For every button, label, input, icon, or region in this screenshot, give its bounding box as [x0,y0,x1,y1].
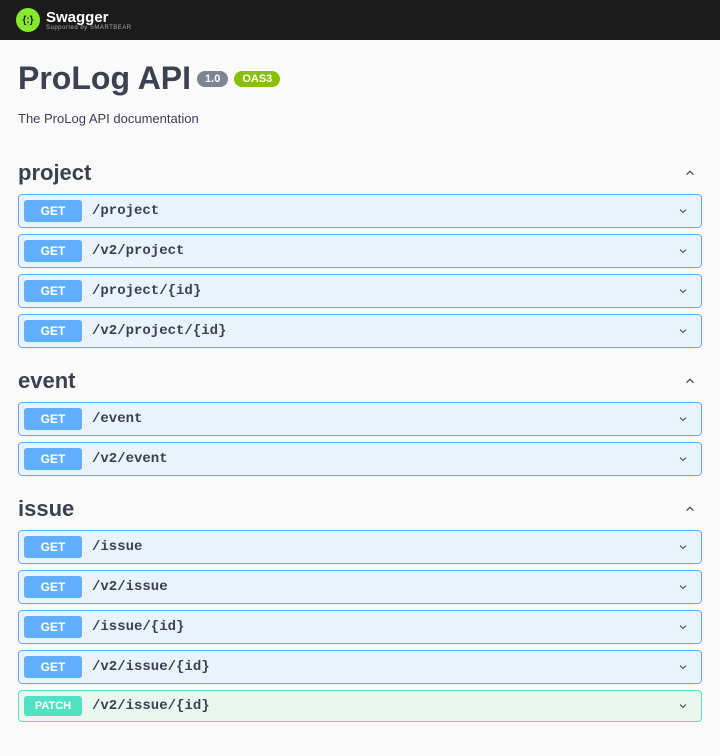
chevron-up-icon [680,499,700,519]
chevron-down-icon [675,698,691,714]
tag-section-project: projectGET/projectGET/v2/projectGET/proj… [18,154,702,348]
tag-section-event: eventGET/eventGET/v2/event [18,362,702,476]
operation-block[interactable]: GET/project [18,194,702,228]
operation-block[interactable]: GET/v2/project/{id} [18,314,702,348]
operation-block[interactable]: GET/event [18,402,702,436]
chevron-down-icon [675,659,691,675]
operation-block[interactable]: GET/issue/{id} [18,610,702,644]
oas-badge: OAS3 [234,71,280,87]
tag-header-issue[interactable]: issue [18,490,702,530]
operation-path: /v2/issue [92,579,675,595]
topbar: {:} Swagger Supported by SMARTBEAR [0,0,720,40]
operation-path: /project/{id} [92,283,675,299]
operation-block[interactable]: PATCH/v2/issue/{id} [18,690,702,722]
operation-path: /event [92,411,675,427]
method-badge: GET [24,280,82,302]
chevron-down-icon [675,203,691,219]
method-badge: PATCH [24,696,82,716]
chevron-up-icon [680,163,700,183]
operation-path: /v2/project [92,243,675,259]
operation-path: /v2/issue/{id} [92,659,675,675]
operation-path: /issue/{id} [92,619,675,635]
chevron-down-icon [675,411,691,427]
api-header: ProLog API 1.0 OAS3 The ProLog API docum… [18,60,702,126]
chevron-down-icon [675,539,691,555]
tag-name: issue [18,496,74,522]
swagger-logo-icon: {:} [16,8,40,32]
chevron-down-icon [675,619,691,635]
tag-header-event[interactable]: event [18,362,702,402]
tag-name: event [18,368,75,394]
operation-block[interactable]: GET/v2/issue/{id} [18,650,702,684]
logo-supported-by: Supported by SMARTBEAR [46,25,132,31]
chevron-down-icon [675,243,691,259]
operation-block[interactable]: GET/v2/project [18,234,702,268]
chevron-down-icon [675,451,691,467]
main-container: ProLog API 1.0 OAS3 The ProLog API docum… [0,40,720,756]
operation-block[interactable]: GET/v2/issue [18,570,702,604]
chevron-down-icon [675,283,691,299]
operation-block[interactable]: GET/v2/event [18,442,702,476]
tag-header-project[interactable]: project [18,154,702,194]
operation-block[interactable]: GET/project/{id} [18,274,702,308]
tag-name: project [18,160,91,186]
chevron-up-icon [680,371,700,391]
operation-path: /v2/issue/{id} [92,698,675,714]
logo[interactable]: {:} Swagger Supported by SMARTBEAR [16,8,132,32]
chevron-down-icon [675,323,691,339]
method-badge: GET [24,536,82,558]
operation-path: /issue [92,539,675,555]
method-badge: GET [24,240,82,262]
tag-section-issue: issueGET/issueGET/v2/issueGET/issue/{id}… [18,490,702,722]
logo-brand: Swagger [46,10,132,25]
api-description: The ProLog API documentation [18,111,702,126]
operation-path: /v2/event [92,451,675,467]
method-badge: GET [24,448,82,470]
method-badge: GET [24,656,82,678]
method-badge: GET [24,320,82,342]
method-badge: GET [24,576,82,598]
logo-text: Swagger Supported by SMARTBEAR [46,10,132,31]
operation-path: /project [92,203,675,219]
chevron-down-icon [675,579,691,595]
method-badge: GET [24,200,82,222]
operation-block[interactable]: GET/issue [18,530,702,564]
method-badge: GET [24,408,82,430]
api-title: ProLog API [18,60,191,97]
title-row: ProLog API 1.0 OAS3 [18,60,702,97]
method-badge: GET [24,616,82,638]
operation-path: /v2/project/{id} [92,323,675,339]
version-badge: 1.0 [197,71,228,87]
